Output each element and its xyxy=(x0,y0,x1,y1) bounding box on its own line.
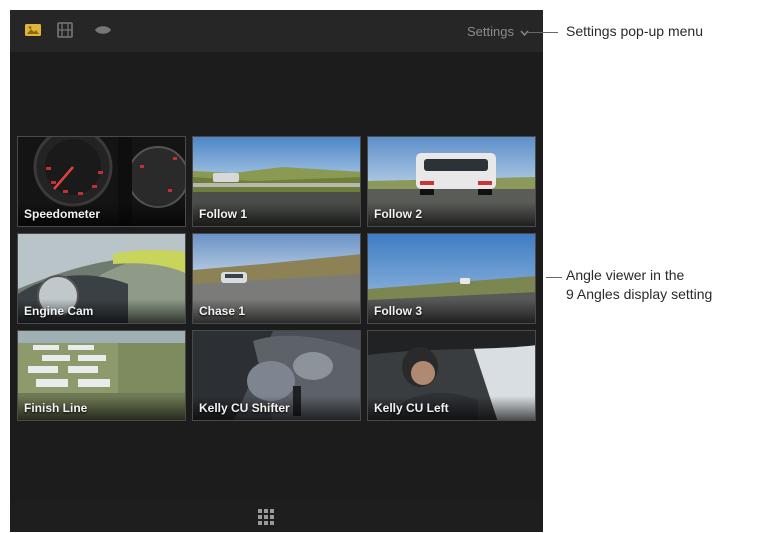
angle-tile[interactable]: Speedometer xyxy=(17,136,186,227)
video-only-icon[interactable] xyxy=(56,22,74,38)
angle-tile[interactable]: Follow 2 xyxy=(367,136,536,227)
angle-tile[interactable]: Kelly CU Shifter xyxy=(192,330,361,421)
angle-viewer-callout-line1: Angle viewer in the xyxy=(566,267,685,283)
angle-tile[interactable]: Follow 3 xyxy=(367,233,536,324)
angle-label: Follow 3 xyxy=(374,304,422,318)
angle-label: Kelly CU Left xyxy=(374,401,449,415)
settings-callout: Settings pop-up menu xyxy=(566,23,703,39)
angle-label: Follow 2 xyxy=(374,207,422,221)
settings-label: Settings xyxy=(467,23,514,39)
angle-label: Engine Cam xyxy=(24,304,94,318)
angle-viewer-callout-leader xyxy=(546,277,562,278)
angle-label: Finish Line xyxy=(24,401,88,415)
angle-label: Speedometer xyxy=(24,207,101,221)
nine-angles-grid-icon[interactable] xyxy=(258,509,274,525)
angle-tile[interactable]: Engine Cam xyxy=(17,233,186,324)
angle-tile[interactable]: Chase 1 xyxy=(192,233,361,324)
angle-viewer-footer xyxy=(10,500,543,532)
angle-tile[interactable]: Kelly CU Left xyxy=(367,330,536,421)
angle-tile[interactable]: Follow 1 xyxy=(192,136,361,227)
video-and-audio-icon[interactable] xyxy=(24,22,42,38)
angle-label: Follow 1 xyxy=(199,207,247,221)
settings-popup-menu[interactable]: Settings xyxy=(467,21,529,41)
angle-label: Kelly CU Shifter xyxy=(199,401,290,415)
angle-viewer-callout-line2: 9 Angles display setting xyxy=(566,286,713,302)
angle-grid: Speedometer Follow 1 Follow 2 Engine Cam… xyxy=(17,136,537,421)
audio-only-icon[interactable] xyxy=(94,22,112,38)
angle-tile[interactable]: Finish Line xyxy=(17,330,186,421)
angle-viewer: Settings Speedometer Follow 1 Follow 2 E… xyxy=(10,10,543,532)
viewer-background xyxy=(10,52,543,136)
angle-viewer-toolbar: Settings xyxy=(10,10,543,52)
angle-label: Chase 1 xyxy=(199,304,246,318)
chevron-down-icon xyxy=(520,24,529,39)
settings-callout-leader xyxy=(528,32,558,33)
